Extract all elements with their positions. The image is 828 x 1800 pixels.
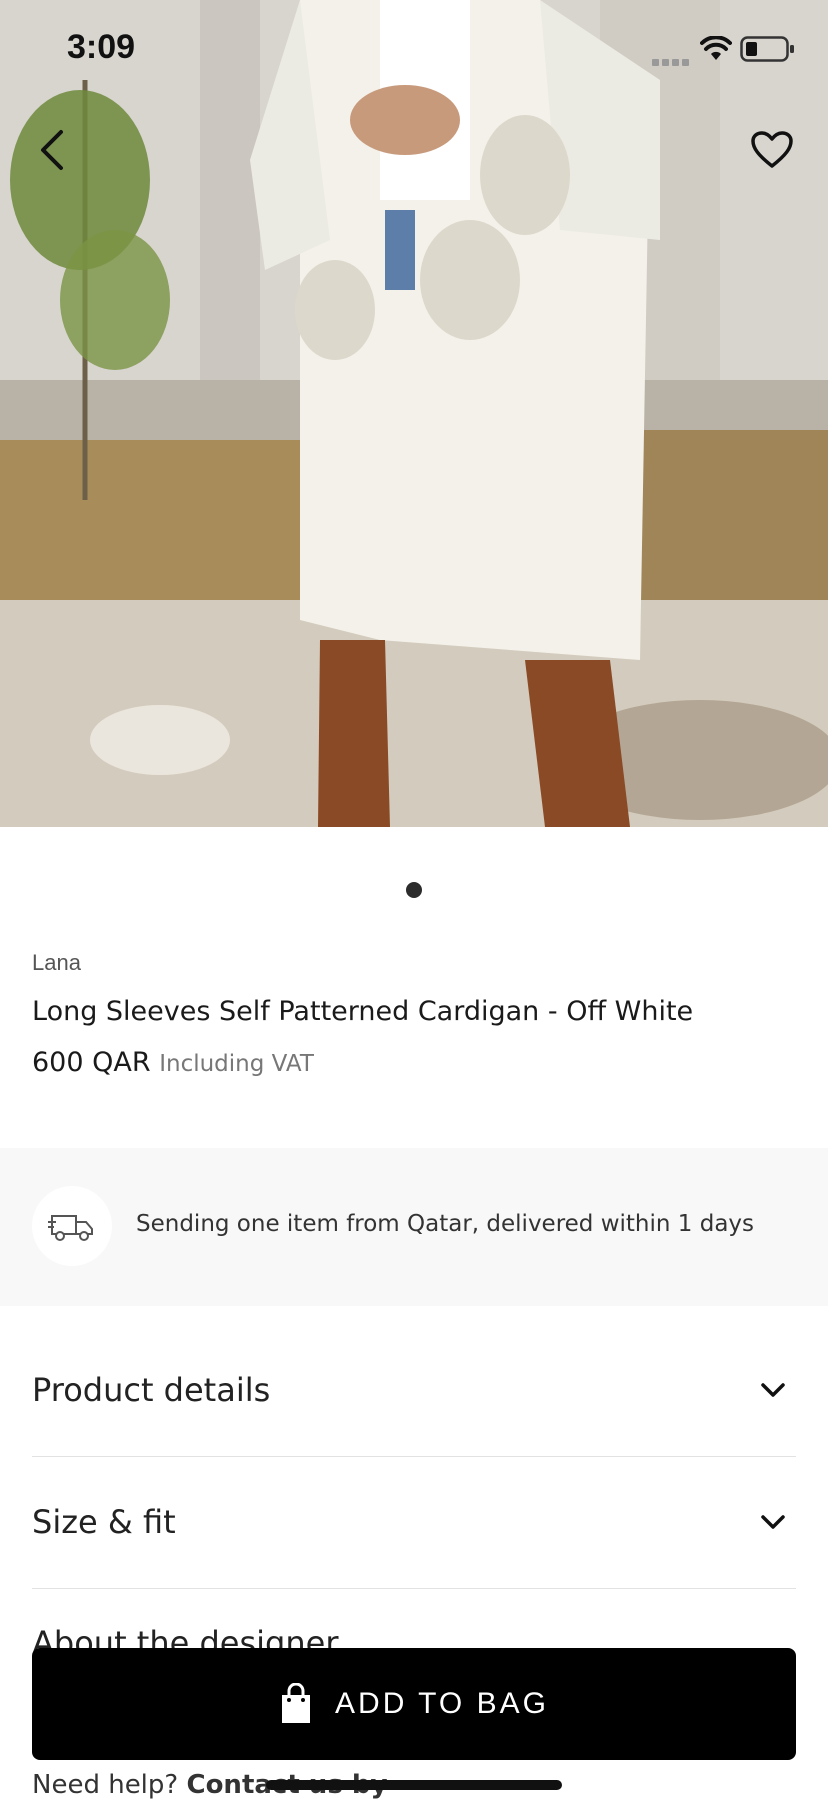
price-row: 600 QAR Including VAT bbox=[32, 1047, 796, 1078]
shopping-bag-icon bbox=[282, 1683, 311, 1723]
battery-icon bbox=[740, 36, 796, 66]
back-button[interactable] bbox=[20, 118, 84, 182]
pager-dot-active[interactable] bbox=[406, 882, 422, 898]
image-pager[interactable] bbox=[0, 882, 828, 898]
accordion-label: Product details bbox=[32, 1371, 271, 1409]
status-time: 3:09 bbox=[67, 28, 136, 66]
truck-icon bbox=[48, 1215, 93, 1241]
product-image[interactable] bbox=[0, 0, 828, 827]
back-arrow-icon bbox=[41, 130, 63, 170]
favorite-button[interactable] bbox=[740, 118, 804, 182]
help-prefix: Need help? bbox=[32, 1770, 179, 1800]
vat-note: Including VAT bbox=[159, 1051, 314, 1077]
cellular-signal-icon bbox=[652, 52, 692, 71]
product-info: Lana Long Sleeves Self Patterned Cardiga… bbox=[32, 950, 796, 1078]
heart-icon bbox=[751, 131, 793, 168]
home-indicator bbox=[266, 1780, 562, 1790]
accordion-label: Size & fit bbox=[32, 1503, 176, 1541]
wifi-icon bbox=[700, 35, 732, 66]
product-photo-illustration bbox=[0, 0, 828, 827]
accordion-product-details[interactable]: Product details bbox=[32, 1324, 796, 1457]
truck-icon-container bbox=[32, 1186, 112, 1266]
delivery-banner: Sending one item from Qatar, delivered w… bbox=[0, 1148, 828, 1306]
brand-name[interactable]: Lana bbox=[32, 950, 796, 976]
product-title: Long Sleeves Self Patterned Cardigan - O… bbox=[32, 996, 694, 1027]
add-to-bag-label: ADD TO BAG bbox=[335, 1687, 549, 1720]
product-price: 600 QAR bbox=[32, 1047, 151, 1078]
status-bar: 3:09 bbox=[0, 0, 828, 96]
add-to-bag-button[interactable]: ADD TO BAG bbox=[32, 1648, 796, 1760]
chevron-down-icon bbox=[761, 1515, 785, 1529]
accordion-size-fit[interactable]: Size & fit bbox=[32, 1456, 796, 1589]
chevron-down-icon bbox=[761, 1383, 785, 1397]
delivery-text: Sending one item from Qatar, delivered w… bbox=[136, 1211, 755, 1237]
